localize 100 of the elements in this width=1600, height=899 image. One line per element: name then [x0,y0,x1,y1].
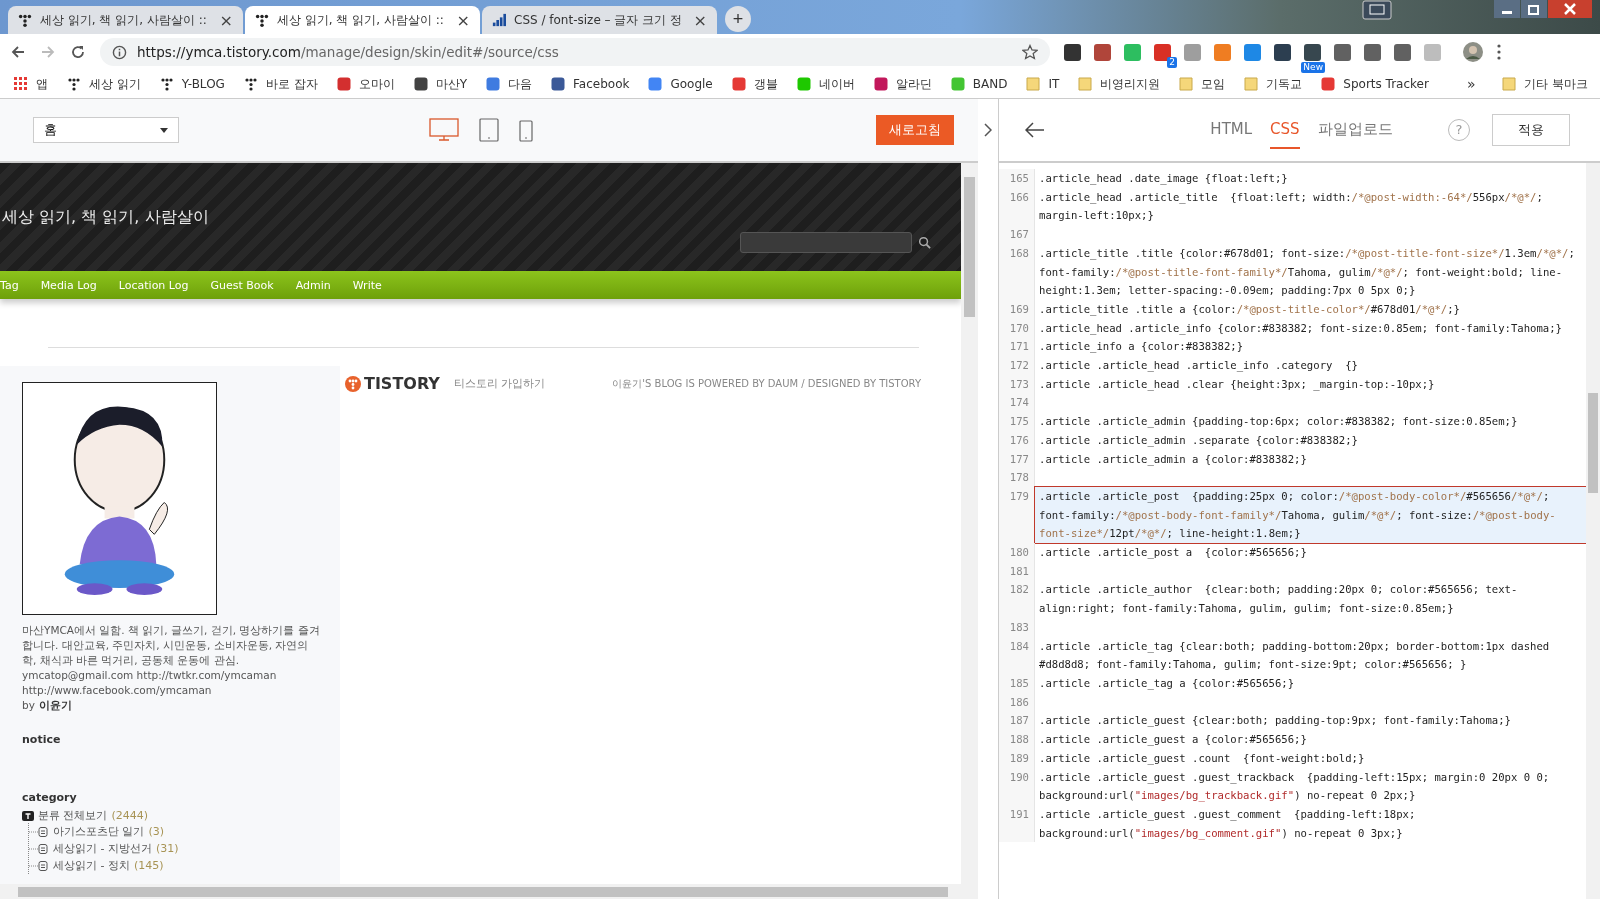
tab-title: 세상 읽기, 책 읽기, 사람살이 :: [40,11,208,29]
bookmark-label: IT [1048,77,1060,91]
code-line: .article .article_guest .guest_comment {padding-left:18px; background:url("images/bg_comment.gif") no-repeat 0 3px;} [1038,806,1417,842]
search-field[interactable] [740,232,912,253]
extension-icon[interactable] [1094,43,1111,61]
address-bar[interactable]: https://ymca.tistory.com/manage/design/skin/edit#/source/css [100,38,1050,66]
bookmark[interactable]: Sports Tracker [1321,77,1429,91]
browser-tab[interactable]: 세상 읽기, 책 읽기, 사람살이 :: × [8,6,243,34]
close-icon[interactable] [1548,0,1592,18]
apply-button[interactable]: 적용 [1492,114,1570,146]
line-number: 178 [999,468,1035,487]
code-line: .article .article_tag a {color:#565656;} [1038,676,1296,692]
signup-link[interactable]: 티스토리 가입하기 [453,376,546,391]
bookmark-label: 오마이 [358,75,395,93]
code-line: .article_head .article_title {float:left; width:/*@post-width:-64*/556px/*@*/; margin-left:10px;} [1038,189,1544,224]
close-icon[interactable]: × [456,10,470,30]
category-link[interactable]: 세상읽기 - 정치 [53,858,130,873]
tree-root-icon [22,809,34,822]
page-select[interactable]: 홈 [33,117,179,143]
editor-tab[interactable]: CSS [1270,111,1300,149]
profile-bio: 마산YMCA에서 일함. 책 읽기, 글쓰기, 걷기, 명상하기를 즐겨합니다. 대안교육, 주민자치, 시민운동, 소비자운동, 자연의학, 채식과 바른 먹거리, 공동체 운동에 관심. [22,623,321,668]
bookmark[interactable]: 기독교 [1244,75,1303,93]
extension-icon[interactable] [1334,43,1351,61]
bookmark-label: 기독교 [1266,75,1303,93]
code-line: .article .article_admin .separate {color:#838382;} [1038,432,1359,449]
bookmark[interactable]: 갱블 [731,75,778,93]
editor-tab[interactable]: HTML [1210,111,1253,149]
author-name: 이윤기 [38,698,72,713]
bookmark-label: 앱 [36,75,48,93]
extension-icon[interactable] [1064,43,1081,61]
tistory-logo: TISTORY [344,374,440,393]
url-text: https://ymca.tistory.com/manage/design/skin/edit#/source/css [137,44,560,60]
code-line: .article .article_head .article_info .category {} [1038,358,1359,374]
category-link[interactable]: 분류 전체보기 [38,808,108,823]
restore-icon[interactable] [1521,0,1547,18]
scrollbar[interactable] [1586,163,1600,899]
bookmark[interactable]: 오마이 [336,75,395,93]
reload-icon[interactable] [70,44,86,60]
editor-tab[interactable]: 파일업로드 [1317,111,1393,149]
bookmark[interactable]: 네이버 [796,75,855,93]
bookmark[interactable]: IT [1026,77,1060,91]
bookmark-label: 바로 잡자 [265,75,318,93]
close-icon[interactable]: × [693,10,707,30]
bookmark-label: 다음 [508,75,533,93]
bookmark[interactable]: Y-BLOG [159,77,225,91]
browser-tab[interactable]: 세상 읽기, 책 읽기, 사람살이 :: × [245,6,480,34]
extension-icon[interactable] [1304,43,1321,61]
browser-tab[interactable]: CSS / font-size – 글자 크기 정 × [482,6,717,34]
bookmark[interactable]: 앱 [14,75,48,93]
code-line: .article .article_author {clear:both; padding:20px 0; color:#565656; text-align:right; font-family:Tahoma, gulim, gulim; font-size:0.85em;} [1038,582,1519,617]
line-number: 174 [999,393,1035,413]
bookmark-label: 알라딘 [895,75,932,93]
code-line: .article .article_guest {clear:both; padding-top:9px; font-family:Tahoma;} [1038,713,1512,729]
code-line: .article_head .article_info {color:#838382; font-size:0.85em; font-family:Tahoma;} [1038,320,1563,337]
bookmark[interactable]: BAND [950,77,1008,91]
bookmark[interactable]: 비영리지원 [1078,75,1161,93]
bars-icon [492,13,506,27]
post-count: (3) [148,825,165,838]
bookmark-label: 기타 북마크 [1524,75,1589,93]
menu-icon[interactable] [1497,44,1501,60]
search-icon[interactable] [918,236,931,249]
code-line: .article_title .title {color:#678d01; font-size:/*@post-title-font-size*/1.3em/*@*/; font-family:/*@post-title-font-family*/Tahoma, gulim/*@*/; font-weight:bold; line-height:1.3em; letter-spacing:-0.09em; padding:7px 0 5px 0;} [1038,245,1576,299]
more-bookmarks-button[interactable]: » [1466,76,1476,92]
bookmark[interactable]: 알라딘 [873,75,932,93]
scrollbar[interactable] [0,884,978,899]
bookmark[interactable]: 다음 [486,75,533,93]
new-tab-button[interactable]: + [725,6,751,32]
code-line: .article_title .title a {color:/*@post-title-color*/#678d01/*@*/;} [1038,301,1461,318]
line-number: 179 [999,486,1035,544]
bookmark-label: 마산Y [435,75,468,93]
code-line: .article .article_tag {clear:both; padding-bottom:20px; border-bottom:1px dashed #d8d8d8; font-family:Tahoma, gulim; font-size:9pt; color:#565656; } [1038,638,1551,673]
tab-title: CSS / font-size – 글자 크기 정 [514,11,684,29]
category-link[interactable]: 세상읽기 - 지방선거 [53,841,152,856]
post-count: (31) [155,842,179,855]
bookmark[interactable]: Facebook [551,77,630,91]
profile-link[interactable]: http://www.facebook.com/ymcaman [22,683,212,698]
desktop-icon[interactable] [429,118,459,142]
bookmark-label: 갱블 [753,75,778,93]
bookmark[interactable]: 기타 북마크 [1502,75,1589,93]
back-icon[interactable] [10,44,26,60]
extension-icon[interactable] [1274,43,1291,61]
bookmark[interactable]: 바로 잡자 [243,75,318,93]
chevron-icon[interactable] [984,123,992,137]
extension-icon[interactable] [1394,43,1411,61]
close-icon[interactable]: × [219,10,233,30]
extension-icon[interactable] [1364,43,1381,61]
bookmark-label: Sports Tracker [1343,77,1429,91]
profile-link[interactable]: ymcatop@gmail.com http://twtkr.com/ymcaman [22,668,277,683]
back-icon[interactable] [1025,122,1045,138]
bookmark[interactable]: 모임 [1179,75,1226,93]
scrollbar[interactable] [961,163,978,884]
avatar-icon[interactable] [1463,42,1483,62]
bookmark[interactable]: Google [648,77,713,91]
bookmark-label: 네이버 [818,75,855,93]
category-link[interactable]: 아기스포츠단 일기 [53,824,145,839]
star-icon[interactable] [1022,44,1038,60]
minimize-icon[interactable] [1494,0,1520,18]
bookmark[interactable]: 세상 읽기 [67,75,141,93]
window-icon[interactable] [1362,0,1392,20]
bookmark[interactable]: 마산Y [413,75,468,93]
